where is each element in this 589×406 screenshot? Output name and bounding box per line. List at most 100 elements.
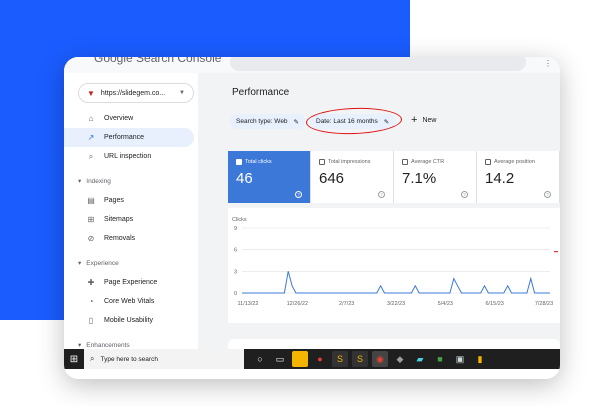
page-title: Performance — [232, 87, 290, 98]
x-tick-label: 6/15/23 — [485, 301, 503, 307]
search-type-filter[interactable]: Search type: Web ✎ — [230, 114, 305, 129]
search-bar[interactable] — [230, 57, 526, 71]
y-axis-label: Clicks — [232, 217, 247, 223]
sidebar-item-label: URL inspection — [104, 153, 152, 160]
removals-icon: ⊘ — [87, 234, 95, 243]
app-note-icon[interactable]: ▰ — [412, 351, 428, 367]
app-s2-icon[interactable]: S — [352, 351, 368, 367]
metric-value: 646 — [319, 170, 345, 187]
chevron-down-icon: ▾ — [78, 260, 82, 267]
browser-window: Google Search Console ⋮ ▼ https://slideg… — [64, 57, 560, 379]
checkbox-icon[interactable] — [485, 159, 491, 165]
sidebar-item-overview[interactable]: ⌂ Overview — [64, 109, 198, 128]
sidebar: ▼ https://slidegem.co... ▼ ⌂ Overview ↗ … — [64, 73, 198, 353]
help-icon[interactable]: ? — [378, 191, 385, 198]
x-tick-label: 11/13/22 — [237, 301, 258, 307]
section-experience[interactable]: ▾ Experience — [78, 259, 119, 268]
metric-value: 46 — [236, 170, 253, 187]
y-tick-label: 3 — [234, 269, 237, 275]
sidebar-item-sitemaps[interactable]: ⊞ Sitemaps — [64, 210, 198, 229]
search-icon: ⌕ — [88, 151, 94, 161]
taskbar-search[interactable]: ⌕ Type here to search — [84, 349, 244, 369]
sidebar-item-mobile-usability[interactable]: ▯ Mobile Usability — [64, 311, 198, 330]
clicks-chart-svg: Clicks 9 6 3 011/13/22 12/26/22 2/7/23 3/22/23 5… — [232, 217, 558, 307]
metrics-row: Total clicks 46 ? Total impressions 646 … — [228, 151, 560, 203]
property-icon: ▼ — [87, 88, 95, 98]
new-filter-button[interactable]: + New — [411, 114, 437, 126]
sidebar-item-pages[interactable]: ▤ Pages — [64, 191, 198, 210]
y-tick-label: 6 — [234, 248, 237, 254]
task-view-icon[interactable]: ▭ — [272, 351, 288, 367]
plus-icon: + — [411, 114, 418, 126]
property-label: https://slidegem.co... — [100, 89, 166, 97]
file-explorer-icon[interactable] — [292, 351, 308, 367]
sidebar-item-label: Core Web Vitals — [104, 298, 155, 305]
y-tick-label: 0 — [234, 291, 237, 297]
sitemap-icon: ⊞ — [87, 215, 95, 224]
x-tick-label: 3/22/23 — [387, 301, 405, 307]
windows-taskbar: ⊞ ⌕ Type here to search ○ ▭ ● S S ◉ ◆ ▰ … — [64, 349, 560, 369]
sidebar-item-label: Page Experience — [104, 279, 158, 286]
metric-label: Average CTR — [411, 159, 445, 165]
search-icon: ⌕ — [90, 354, 95, 363]
y-tick-label: 9 — [234, 226, 237, 232]
property-selector[interactable]: ▼ https://slidegem.co... ▼ — [78, 83, 194, 103]
top-bar: Google Search Console ⋮ — [64, 57, 560, 73]
series-line — [242, 271, 550, 294]
taskbar-search-placeholder: Type here to search — [100, 355, 158, 363]
app-drop-icon[interactable]: ● — [312, 351, 328, 367]
sidebar-item-performance[interactable]: ↗ Performance — [64, 128, 194, 147]
chevron-down-icon: ▾ — [78, 342, 82, 349]
new-label: New — [422, 116, 437, 124]
cortana-circle-icon[interactable]: ○ — [252, 351, 268, 367]
more-icon[interactable]: ⋮ — [544, 59, 552, 68]
metric-average-ctr[interactable]: Average CTR 7.1% ? — [394, 151, 477, 203]
speedometer-icon: ◔ — [88, 297, 94, 306]
sidebar-item-core-web-vitals[interactable]: ◔ Core Web Vitals — [64, 292, 198, 311]
edit-pencil-icon: ✎ — [293, 118, 299, 126]
page-experience-icon: ✚ — [87, 278, 95, 287]
app-gem-icon[interactable]: ◆ — [392, 351, 408, 367]
chevron-down-icon: ▾ — [78, 178, 82, 185]
sidebar-item-page-experience[interactable]: ✚ Page Experience — [64, 273, 198, 292]
metric-total-impressions[interactable]: Total impressions 646 ? — [311, 151, 394, 203]
metric-label: Average position — [494, 159, 535, 165]
mobile-icon: ▯ — [88, 316, 94, 325]
checkbox-icon[interactable] — [319, 159, 325, 165]
app-printer-icon[interactable]: ▣ — [452, 351, 468, 367]
help-icon[interactable]: ? — [295, 191, 302, 198]
sidebar-item-label: Performance — [104, 134, 145, 141]
sidebar-item-label: Mobile Usability — [104, 317, 154, 324]
home-icon: ⌂ — [88, 114, 94, 123]
x-tick-label: 2/7/23 — [339, 301, 354, 307]
app-green-icon[interactable]: ■ — [432, 351, 448, 367]
app-chart-icon[interactable]: ▮ — [472, 351, 488, 367]
section-label: Experience — [86, 259, 119, 267]
metric-label: Total impressions — [328, 159, 371, 165]
sidebar-item-url-inspection[interactable]: ⌕ URL inspection — [64, 147, 198, 166]
section-label: Enhancements — [86, 341, 130, 349]
app-logo: Google Search Console — [94, 57, 222, 65]
windows-start-icon[interactable]: ⊞ — [64, 349, 84, 369]
main-content: Performance Search type: Web ✎ Date: Las… — [198, 73, 560, 359]
pages-icon: ▤ — [87, 196, 95, 205]
metric-value: 14.2 — [485, 170, 515, 187]
sidebar-item-label: Pages — [104, 197, 124, 204]
help-icon[interactable]: ? — [544, 191, 551, 198]
checkbox-icon[interactable] — [236, 159, 242, 165]
metric-total-clicks[interactable]: Total clicks 46 ? — [228, 151, 311, 203]
section-enhancements[interactable]: ▾ Enhancements — [78, 341, 130, 350]
section-indexing[interactable]: ▾ Indexing — [78, 177, 111, 186]
filter-label: Search type: Web — [236, 118, 288, 125]
section-label: Indexing — [86, 177, 111, 185]
metric-label: Total clicks — [245, 159, 272, 165]
metric-average-position[interactable]: Average position 14.2 ? — [477, 151, 560, 203]
sidebar-item-removals[interactable]: ⊘ Removals — [64, 229, 198, 248]
clicks-chart: Clicks 9 6 3 0 11/13/22 12/26/22 2/7/23 3/22/23 5… — [228, 208, 560, 323]
checkbox-icon[interactable] — [402, 159, 408, 165]
chrome-icon[interactable]: ◉ — [372, 351, 388, 367]
help-icon[interactable]: ? — [461, 191, 468, 198]
app-s-icon[interactable]: S — [332, 351, 348, 367]
red-annotation-circle — [305, 106, 403, 136]
sidebar-item-label: Removals — [104, 235, 136, 242]
